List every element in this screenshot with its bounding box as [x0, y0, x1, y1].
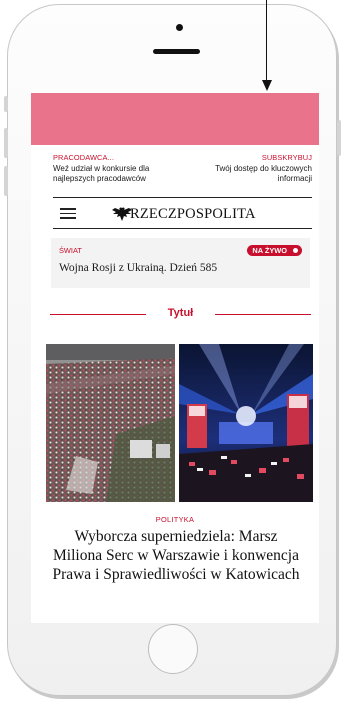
live-section-label: ŚWIAT	[59, 246, 82, 255]
promo-employer[interactable]: PRACODAWCA... Weź udział w konkursie dla…	[53, 153, 183, 184]
callout-arrow-line	[266, 0, 268, 84]
article-category[interactable]: POLITYKA	[31, 515, 319, 524]
live-headline: Wojna Rosji z Ukrainą. Dzień 585	[59, 262, 218, 274]
live-badge-label: NA ŻYWO	[252, 246, 287, 255]
site-logo[interactable]: RZECZPOSPOLITA	[111, 205, 256, 223]
earpiece-speaker	[153, 49, 200, 54]
live-badge: NA ŻYWO	[247, 245, 302, 256]
article-headline[interactable]: Wyborcza superniedziela: Marsz Miliona S…	[49, 527, 303, 584]
front-camera	[176, 24, 183, 31]
mute-switch	[4, 96, 8, 112]
power-button	[337, 120, 341, 156]
live-dot-icon	[293, 248, 298, 253]
promo-subscribe-tag: SUBSKRYBUJ	[261, 153, 312, 162]
logo-text: RZECZPOSPOLITA	[130, 205, 256, 222]
promo-employer-tag: PRACODAWCA...	[53, 153, 114, 162]
section-title: Tytuł	[167, 307, 194, 319]
promo-subscribe-text: Twój dostęp do kluczowych informacji	[215, 164, 312, 183]
site-header: RZECZPOSPOLITA	[53, 197, 312, 229]
home-button[interactable]	[148, 624, 198, 674]
volume-down-button	[4, 166, 8, 196]
promo-employer-text: Weź udział w konkursie dla najlepszych p…	[53, 164, 150, 183]
callout-arrow-head	[262, 80, 272, 91]
phone-screen: PRACODAWCA... Weź udział w konkursie dla…	[31, 93, 319, 623]
ad-banner[interactable]	[31, 93, 319, 145]
promo-subscribe[interactable]: SUBSKRYBUJ Twój dostęp do kluczowych inf…	[187, 153, 312, 184]
section-divider: Tytuł	[50, 304, 311, 324]
hamburger-icon[interactable]	[60, 208, 76, 219]
live-news-card[interactable]: ŚWIAT NA ŻYWO Wojna Rosji z Ukrainą. Dzi…	[51, 238, 310, 288]
article-photo-convention[interactable]	[179, 344, 313, 502]
volume-up-button	[4, 128, 8, 158]
article-photo-march[interactable]	[46, 344, 175, 502]
